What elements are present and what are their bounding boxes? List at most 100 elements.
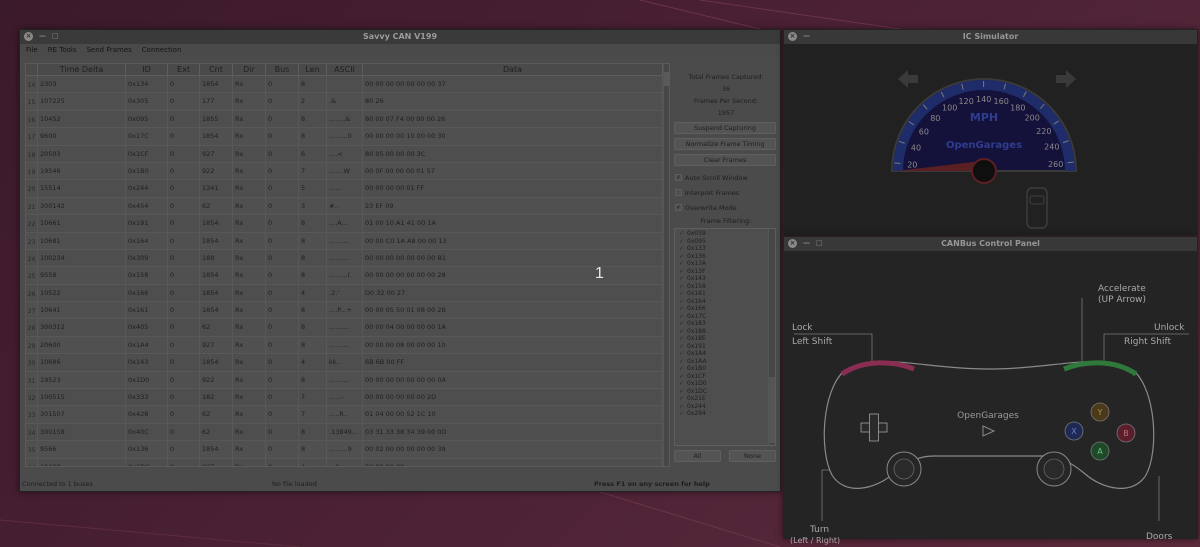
filter-scrollbar[interactable] <box>768 229 775 445</box>
table-row[interactable]: 21 300142 0x454 0 62 Rx 0 3 #.. 23 EF 09 <box>26 197 669 216</box>
count-cell: 927 <box>200 458 233 466</box>
filter-item[interactable]: ✓ 0x136 <box>679 253 775 261</box>
minimize-icon[interactable]: — <box>39 32 46 41</box>
auto-scroll-checkbox[interactable]: ✓ Auto Scroll Window <box>674 170 778 185</box>
checked-icon: ✓ <box>679 237 685 245</box>
table-row[interactable]: 19 19546 0x1B0 0 922 Rx 0 7 .......W 00 0F 00 00 … <box>26 162 669 181</box>
menu-connection[interactable]: Connection <box>142 44 182 56</box>
table-scrollbar[interactable] <box>663 64 669 466</box>
maximize-icon[interactable]: □ <box>816 239 823 248</box>
maximize-icon[interactable]: □ <box>52 32 59 41</box>
filter-item[interactable]: ✓ 0x1D0 <box>679 380 775 388</box>
filter-item[interactable]: ✓ 0x1B0 <box>679 365 775 373</box>
suspend-capturing-button[interactable]: Suspend Capturing <box>674 122 776 134</box>
table-row[interactable]: 25 9558 0x158 0 1854 Rx 0 8 .........(00 00 00 0… <box>26 267 669 285</box>
filter-item[interactable]: ✓ 0x143 <box>679 275 775 283</box>
table-row[interactable]: 35 9566 0x136 0 1854 Rx 0 8 .........9 00 02 00 0… <box>26 441 669 459</box>
filter-item[interactable]: ✓ 0x183 <box>679 320 775 328</box>
close-icon[interactable]: × <box>788 32 797 41</box>
col-time-delta[interactable]: Time Delta <box>38 64 126 75</box>
table-row[interactable]: 17 9600 0x17C 0 1854 Rx 0 8 .........0 00 00 00 0… <box>26 128 669 146</box>
row-index-cell: 34 <box>26 423 38 441</box>
menu-send-frames[interactable]: Send Frames <box>86 44 131 56</box>
gauge-tick-label: 220 <box>1036 127 1051 136</box>
table-row[interactable]: 23 10681 0x164 0 1854 Rx 0 8.......... 00 00 C0 … <box>26 232 669 250</box>
scrollbar-thumb[interactable] <box>664 72 669 86</box>
table-row[interactable]: 29 20600 0x1A4 0 927 Rx 0 8.......... 00 00 00 0… <box>26 336 669 355</box>
ext-cell: 0 <box>168 128 200 145</box>
ic-titlebar[interactable]: × — IC Simulator <box>784 30 1197 44</box>
table-row[interactable]: 34 300158 0x40C 0 62 Rx 0 8.13849... 03 31 33 38… <box>26 423 669 442</box>
table-row[interactable]: 30 10686 0x143 0 1854 Rx 0 4 kk.. 6B 6B 00 FF <box>26 354 669 372</box>
filter-item[interactable]: ✓ 0x294 <box>679 410 775 418</box>
filter-item[interactable]: ✓ 0x164 <box>679 298 775 306</box>
table-row[interactable]: 15 107225 0x305 0 177 Rx 0 2 .& 80 26 <box>26 93 669 111</box>
filter-item[interactable]: ✓ 0x1CF <box>679 373 775 381</box>
table-row[interactable]: 32 100515 0x333 0 182 Rx 0 7 ......- 00 00 00 00 … <box>26 389 669 407</box>
data-bytes-cell: 80 00 07 F4 00 00 00 26 <box>363 110 663 128</box>
filter-item[interactable]: ✓ 0x17C <box>679 313 775 321</box>
data-bytes-cell: D0 32 00 27 <box>363 284 663 302</box>
col-ext[interactable]: Ext <box>168 64 200 75</box>
table-row[interactable]: 33 301507 0x428 0 62 Rx 0 7 .....R.. 01 04 00 00 … <box>26 406 669 424</box>
overwrite-mode-checkbox[interactable]: ✓ Overwrite Mode <box>674 200 778 215</box>
table-row[interactable]: 24 100234 0x309 0 188 Rx 0 8.......... 00 00 00 … <box>26 249 669 268</box>
col-id[interactable]: ID <box>126 64 168 75</box>
filter-item[interactable]: ✓ 0x1AA <box>679 358 775 366</box>
minimize-icon[interactable]: — <box>803 239 810 248</box>
frame-id-cell: 0x1A4 <box>126 336 168 354</box>
row-index-cell: 17 <box>26 128 38 145</box>
table-row[interactable]: 16 10452 0x095 0 1855 Rx 0 8 ........& 80 00 07 F… <box>26 110 669 129</box>
table-row[interactable]: 18 20503 0x1CF 0 927 Rx 0 6 ....< 80 05 00 00 00 … <box>26 145 669 163</box>
close-icon[interactable]: × <box>24 32 33 41</box>
col-index[interactable] <box>26 64 38 75</box>
filter-item[interactable]: ✓ 0x039 <box>679 230 775 238</box>
table-row[interactable]: 14 2303 0x134 0 1854 Rx 0 8 00 00 00 00 00 00 00… <box>26 76 669 94</box>
filter-item[interactable]: ✓ 0x188 <box>679 328 775 336</box>
menu-re-tools[interactable]: RE Tools <box>48 44 77 56</box>
col-ascii[interactable]: ASCII <box>327 64 363 75</box>
filter-item[interactable]: ✓ 0x1DC <box>679 388 775 396</box>
table-row[interactable]: 20 15514 0x244 0 1341 Rx 0 5...... 00 00 00 00 0… <box>26 180 669 198</box>
table-row[interactable]: 26 10522 0x166 0 1854 Rx 0 4.2.' D0 32 00 27 <box>26 284 669 303</box>
frames-table[interactable]: Time Delta ID Ext Cnt Dir Bus Len ASCII … <box>25 63 670 467</box>
table-row[interactable]: 28 300312 0x405 0 62 Rx 0 8.......... 00 00 04 0… <box>26 319 669 337</box>
table-row[interactable]: 27 10641 0x161 0 1854 Rx 0 8 ....P...+ 00 00 05 5… <box>26 302 669 320</box>
filter-item[interactable]: ✓ 0x244 <box>679 403 775 411</box>
col-data[interactable]: Data <box>363 64 663 75</box>
filter-item[interactable]: ✓ 0x161 <box>679 290 775 298</box>
table-row[interactable]: 31 19523 0x1D0 0 922 Rx 0 8.......... 00 00 00 0… <box>26 371 669 390</box>
count-cell: 927 <box>200 336 233 354</box>
filter-item[interactable]: ✓ 0x158 <box>679 283 775 291</box>
interpret-frames-checkbox[interactable]: Interpret Frames <box>674 185 778 200</box>
minimize-icon[interactable]: — <box>803 32 810 41</box>
filter-item[interactable]: ✓ 0x13A <box>679 260 775 268</box>
filter-none-button[interactable]: None <box>729 450 776 462</box>
frame-filter-list[interactable]: ✓ 0x039 ✓ 0x095 ✓ 0x133 ✓ 0x136 ✓ 0x13A ✓ 0x13F ✓ 0x1… <box>674 228 776 446</box>
filter-id-label: 0x244 <box>687 402 706 410</box>
col-dir[interactable]: Dir <box>233 64 266 75</box>
normalize-timing-button[interactable]: Normalize Frame Timing <box>674 138 776 150</box>
unit-label: MPH <box>970 111 998 124</box>
filter-item[interactable]: ✓ 0x191 <box>679 343 775 351</box>
table-row[interactable]: 22 10661 0x191 0 1854 Rx 0 8 ....A... 01 00 10 A1… <box>26 215 669 233</box>
clear-frames-button[interactable]: Clear Frames <box>674 154 776 166</box>
filter-all-button[interactable]: All <box>674 450 721 462</box>
filter-item[interactable]: ✓ 0x095 <box>679 238 775 246</box>
filter-item[interactable]: ✓ 0x13F <box>679 268 775 276</box>
filter-item[interactable]: ✓ 0x21E <box>679 395 775 403</box>
dpad-vertical-shape[interactable] <box>869 413 879 442</box>
filter-item[interactable]: ✓ 0x133 <box>679 245 775 253</box>
col-bus[interactable]: Bus <box>266 64 299 75</box>
table-row[interactable]: 36194080x1DC0927Rx04...902 00 00 39 <box>26 458 669 466</box>
filter-item[interactable]: ✓ 0x18E <box>679 335 775 343</box>
menu-file[interactable]: File <box>26 44 38 56</box>
savvycan-titlebar[interactable]: × — □ Savvy CAN V199 <box>20 30 780 44</box>
cp-titlebar[interactable]: × — □ CANBus Control Panel <box>784 237 1197 251</box>
close-icon[interactable]: × <box>788 239 797 248</box>
col-cnt[interactable]: Cnt <box>200 64 233 75</box>
scrollbar-thumb[interactable] <box>769 377 775 443</box>
filter-item[interactable]: ✓ 0x1A4 <box>679 350 775 358</box>
filter-item[interactable]: ✓ 0x166 <box>679 305 775 313</box>
col-len[interactable]: Len <box>299 64 327 75</box>
